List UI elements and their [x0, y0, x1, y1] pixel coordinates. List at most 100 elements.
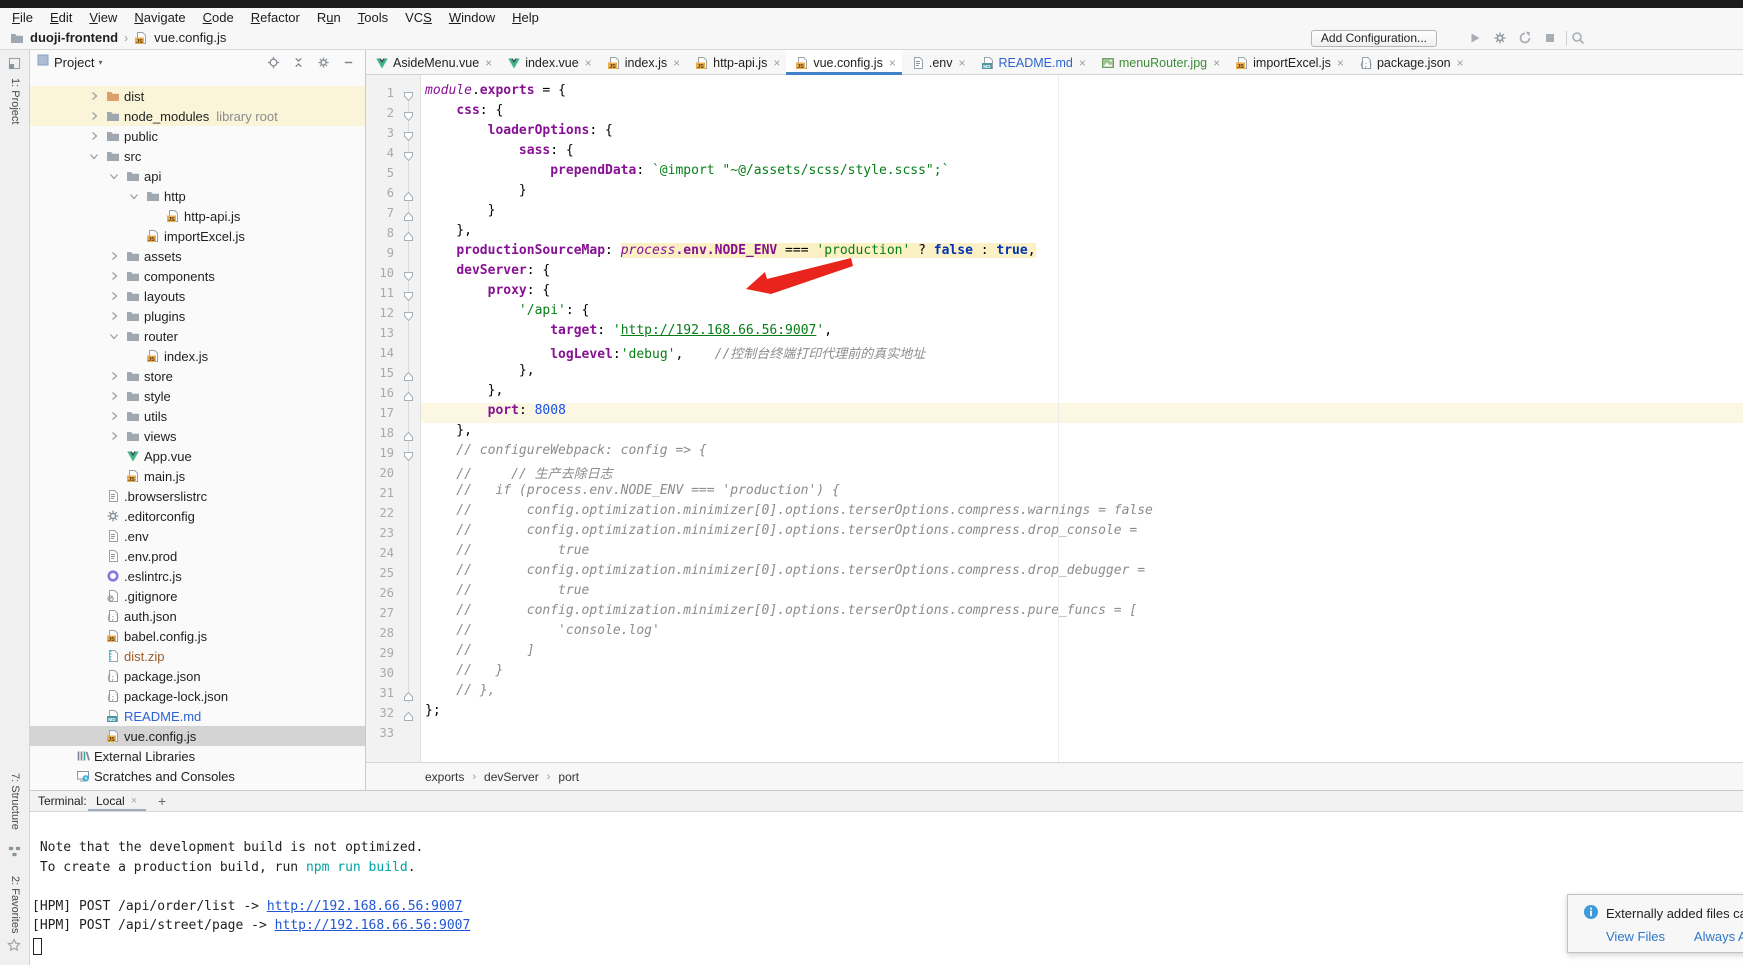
- code-line-19[interactable]: // configureWebpack: config => {: [421, 443, 1743, 463]
- chevron-collapsed-icon[interactable]: [108, 310, 120, 322]
- stripe-favorites-button[interactable]: 2: Favorites: [9, 876, 21, 933]
- menu-item-window[interactable]: Window: [449, 10, 495, 25]
- gear-icon[interactable]: [317, 56, 330, 74]
- code-line-10[interactable]: devServer: {: [421, 263, 1743, 283]
- fold-close-icon[interactable]: [404, 688, 413, 697]
- close-icon[interactable]: ×: [889, 56, 896, 70]
- tree-item-api[interactable]: api: [30, 166, 365, 186]
- tab-readme-md[interactable]: MDREADME.md×: [972, 50, 1092, 75]
- code-line-30[interactable]: // }: [421, 663, 1743, 683]
- tree-item-external-libraries[interactable]: External Libraries: [30, 746, 365, 766]
- close-icon[interactable]: ×: [1457, 56, 1464, 70]
- url-link[interactable]: http://192.168.66.56:9007: [621, 323, 817, 338]
- tab-index-js[interactable]: JSindex.js×: [598, 50, 686, 75]
- stripe-structure-button[interactable]: 7: Structure: [9, 773, 21, 830]
- tree-item--eslintrc-js[interactable]: .eslintrc.js: [30, 566, 365, 586]
- chevron-collapsed-icon[interactable]: [108, 270, 120, 282]
- chevron-collapsed-icon[interactable]: [108, 410, 120, 422]
- close-icon[interactable]: ×: [673, 56, 680, 70]
- tree-item-readme-md[interactable]: MDREADME.md: [30, 706, 365, 726]
- fold-close-icon[interactable]: [404, 188, 413, 197]
- code-line-17[interactable]: port: 8008: [421, 403, 1743, 423]
- chevron-expanded-icon[interactable]: [88, 150, 100, 162]
- menu-item-tools[interactable]: Tools: [358, 10, 388, 25]
- structure-icon[interactable]: [8, 845, 21, 863]
- breadcrumb-exports[interactable]: exports: [425, 770, 464, 784]
- fold-open-icon[interactable]: [404, 148, 413, 157]
- menu-item-edit[interactable]: Edit: [50, 10, 72, 25]
- tab-package-json[interactable]: {;}package.json×: [1350, 50, 1470, 75]
- tree-item-dist-zip[interactable]: dist.zip: [30, 646, 365, 666]
- tree-item-public[interactable]: public: [30, 126, 365, 146]
- tree-item-store[interactable]: store: [30, 366, 365, 386]
- tab-importexcel-js[interactable]: JSimportExcel.js×: [1226, 50, 1350, 75]
- fold-open-icon[interactable]: [404, 268, 413, 277]
- update-icon[interactable]: [1518, 31, 1532, 50]
- tree-item-style[interactable]: style: [30, 386, 365, 406]
- close-icon[interactable]: ×: [1213, 56, 1220, 70]
- minus-icon[interactable]: [342, 56, 355, 74]
- chevron-expanded-icon[interactable]: [128, 190, 140, 202]
- tree-item-package-json[interactable]: {;}package.json: [30, 666, 365, 686]
- tree-item-main-js[interactable]: JSmain.js: [30, 466, 365, 486]
- code-line-3[interactable]: loaderOptions: {: [421, 123, 1743, 143]
- chevron-down-icon[interactable]: ▾: [98, 58, 102, 67]
- fold-open-icon[interactable]: [404, 128, 413, 137]
- tree-item--editorconfig[interactable]: .editorconfig: [30, 506, 365, 526]
- code-line-25[interactable]: // config.optimization.minimizer[0].opti…: [421, 563, 1743, 583]
- project-tree[interactable]: distnode_moduleslibrary rootpublicsrcapi…: [30, 75, 365, 790]
- tab-menurouter-jpg[interactable]: menuRouter.jpg×: [1092, 50, 1226, 75]
- chevron-expanded-icon[interactable]: [108, 330, 120, 342]
- tree-item--browserslistrc[interactable]: .browserslistrc: [30, 486, 365, 506]
- tree-item--env[interactable]: .env: [30, 526, 365, 546]
- close-icon[interactable]: ×: [773, 56, 780, 70]
- menu-item-vcs[interactable]: VCS: [405, 10, 432, 25]
- tree-item-auth-json[interactable]: {;}auth.json: [30, 606, 365, 626]
- tree-item-plugins[interactable]: plugins: [30, 306, 365, 326]
- code-line-6[interactable]: }: [421, 183, 1743, 203]
- menu-item-run[interactable]: Run: [317, 10, 341, 25]
- tree-item-components[interactable]: components: [30, 266, 365, 286]
- view-files-link[interactable]: View Files: [1606, 929, 1665, 944]
- locate-icon[interactable]: [267, 56, 280, 74]
- fold-close-icon[interactable]: [404, 208, 413, 217]
- new-terminal-button[interactable]: +: [158, 793, 166, 809]
- code-line-21[interactable]: // if (process.env.NODE_ENV === 'product…: [421, 483, 1743, 503]
- tree-item--gitignore[interactable]: .gitignore: [30, 586, 365, 606]
- always-add-link[interactable]: Always Add: [1694, 929, 1743, 944]
- code-line-15[interactable]: },: [421, 363, 1743, 383]
- code-line-26[interactable]: // true: [421, 583, 1743, 603]
- chevron-collapsed-icon[interactable]: [108, 390, 120, 402]
- code-line-12[interactable]: '/api': {: [421, 303, 1743, 323]
- tree-item-router[interactable]: router: [30, 326, 365, 346]
- code-line-23[interactable]: // config.optimization.minimizer[0].opti…: [421, 523, 1743, 543]
- code-line-11[interactable]: proxy: {: [421, 283, 1743, 303]
- tab--env[interactable]: .env×: [902, 50, 972, 75]
- tree-item-node-modules[interactable]: node_moduleslibrary root: [30, 106, 365, 126]
- code-line-33[interactable]: [421, 723, 1743, 743]
- fold-open-icon[interactable]: [404, 448, 413, 457]
- tab-vue-config-js[interactable]: JSvue.config.js×: [786, 50, 902, 75]
- code-line-9[interactable]: productionSourceMap: process.env.NODE_EN…: [421, 243, 1743, 263]
- code-line-31[interactable]: // },: [421, 683, 1743, 703]
- code-line-18[interactable]: },: [421, 423, 1743, 443]
- code-editor[interactable]: module.exports = { css: { loaderOptions:…: [421, 75, 1743, 762]
- chevron-collapsed-icon[interactable]: [108, 430, 120, 442]
- code-line-1[interactable]: module.exports = {: [421, 83, 1743, 103]
- code-line-22[interactable]: // config.optimization.minimizer[0].opti…: [421, 503, 1743, 523]
- chevron-collapsed-icon[interactable]: [108, 290, 120, 302]
- stripe-project-button[interactable]: 1: Project: [9, 78, 21, 124]
- code-line-14[interactable]: logLevel:'debug', //控制台终端打印代理前的真实地址: [421, 343, 1743, 363]
- fold-open-icon[interactable]: [404, 288, 413, 297]
- chevron-collapsed-icon[interactable]: [88, 110, 100, 122]
- play-icon[interactable]: [1468, 31, 1482, 50]
- tree-item-http[interactable]: http: [30, 186, 365, 206]
- fold-open-icon[interactable]: [404, 88, 413, 97]
- terminal-tab-local[interactable]: Local ×: [90, 791, 143, 811]
- code-line-20[interactable]: // // 生产去除日志: [421, 463, 1743, 483]
- code-line-4[interactable]: sass: {: [421, 143, 1743, 163]
- fold-open-icon[interactable]: [404, 308, 413, 317]
- tree-item-importexcel-js[interactable]: JSimportExcel.js: [30, 226, 365, 246]
- project-panel-title[interactable]: Project: [54, 55, 94, 70]
- breadcrumb-devserver[interactable]: devServer: [484, 770, 539, 784]
